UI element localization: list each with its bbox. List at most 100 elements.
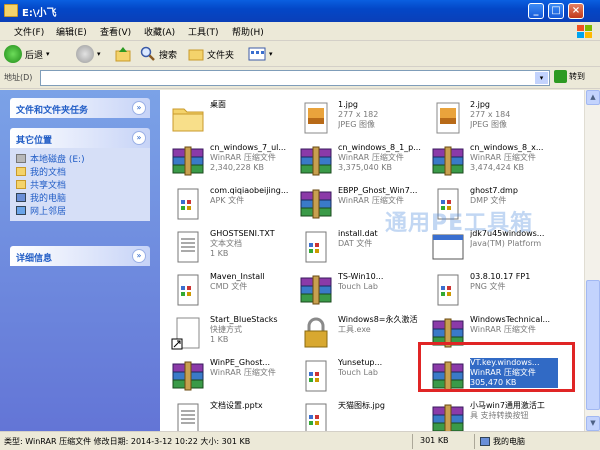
other-places-header[interactable]: 其它位置 »	[10, 128, 150, 148]
file-item[interactable]: TS-Win10... Touch Lab	[292, 270, 427, 310]
place-label: 本地磁盘 (E:)	[30, 155, 85, 165]
file-type: 277 x 182	[338, 110, 379, 119]
file-item[interactable]: 小马win7通用激活工具 支持转换按钮	[424, 399, 559, 431]
minimize-button[interactable]: _	[528, 3, 544, 19]
file-item[interactable]: 03.8.10.17 FP1 PNG 文件	[424, 270, 559, 310]
views-button[interactable]: ▾	[248, 44, 273, 64]
status-divider	[474, 434, 475, 449]
file-type: CMD 文件	[210, 282, 248, 291]
file-name: Maven_Install	[210, 272, 265, 281]
network-icon	[16, 206, 26, 215]
file-label: cn_windows_7_ul... WinRAR 压缩文件 2,340,228 K…	[210, 143, 298, 173]
file-name: GHOSTSENI.TXT	[210, 229, 275, 238]
file-type: Touch Lab	[338, 368, 378, 377]
tasks-panel-header[interactable]: 文件和文件夹任务 »	[10, 98, 150, 118]
place-link[interactable]: 我的文档	[16, 165, 144, 178]
file-name: ghost7.dmp	[470, 186, 518, 195]
folder-icon	[16, 167, 26, 176]
file-item[interactable]: com.qiqiaobeijing... APK 文件	[164, 184, 299, 224]
file-label: 2.jpg 277 x 184 JPEG 图像	[470, 100, 558, 130]
place-label: 我的文档	[30, 168, 67, 178]
windows-logo-icon	[577, 25, 592, 38]
file-list: 桌面 1.jpg 277 x 182 JPEG 图像 2.jpg 277 x 184 JPE…	[160, 90, 584, 431]
window-title: E:\小飞	[22, 8, 57, 19]
file-item[interactable]: cn_windows_8_x... WinRAR 压缩文件 3,474,424 KB	[424, 141, 559, 181]
go-arrow-icon	[554, 70, 567, 83]
file-name: 文档设置.pptx	[210, 401, 263, 410]
forward-button[interactable]: ▾	[76, 44, 101, 64]
file-item[interactable]: 天猫图标.jpg	[292, 399, 427, 431]
file-item[interactable]: Start_BlueStacks 快捷方式 1 KB	[164, 313, 299, 353]
details-title: 详细信息	[16, 254, 53, 264]
scroll-thumb[interactable]	[586, 280, 600, 410]
place-link[interactable]: 共享文档	[16, 178, 144, 191]
menu-tools[interactable]: 工具(T)	[188, 25, 219, 38]
file-item[interactable]: WinPE_Ghost... WinRAR 压缩文件	[164, 356, 299, 396]
file-item[interactable]: 桌面	[164, 98, 299, 138]
file-item[interactable]: 1.jpg 277 x 182 JPEG 图像	[292, 98, 427, 138]
title-bar[interactable]: E:\小飞 _ □ ×	[0, 0, 600, 22]
file-type: WinRAR 压缩文件	[470, 325, 536, 334]
file-label: WinPE_Ghost... WinRAR 压缩文件	[210, 358, 298, 378]
file-item[interactable]: Windows8=永久激活 工具.exe	[292, 313, 427, 353]
back-button[interactable]: 后退 ▾	[4, 44, 50, 64]
file-item[interactable]: 文档设置.pptx	[164, 399, 299, 431]
txt-file-icon	[177, 231, 199, 263]
folders-button[interactable]: 文件夹	[188, 44, 234, 64]
close-button[interactable]: ×	[568, 3, 584, 19]
address-bar: 地址(D) ▾ 转到	[0, 67, 600, 89]
details-panel-header[interactable]: 详细信息 »	[10, 246, 150, 266]
file-label: 天猫图标.jpg	[338, 401, 426, 411]
search-button[interactable]: 搜索	[140, 44, 177, 64]
place-link[interactable]: 网上邻居	[16, 204, 144, 217]
file-label: 03.8.10.17 FP1 PNG 文件	[470, 272, 558, 292]
file-item[interactable]: 2.jpg 277 x 184 JPEG 图像	[424, 98, 559, 138]
up-folder-button[interactable]	[114, 44, 132, 64]
file-detail: 1 KB	[210, 249, 229, 258]
maximize-button[interactable]: □	[548, 3, 564, 19]
file-name: WindowsTechnical...	[470, 315, 551, 324]
collapse-icon[interactable]: »	[132, 101, 146, 115]
status-text: 类型: WinRAR 压缩文件 修改日期: 2014-3-12 10:22 大小…	[4, 437, 251, 446]
doc-file-icon	[305, 231, 327, 263]
dropdown-arrow-icon[interactable]: ▾	[535, 72, 548, 84]
place-link[interactable]: 我的电脑	[16, 191, 144, 204]
search-label: 搜索	[159, 50, 178, 61]
file-item[interactable]: cn_windows_8_1_p... WinRAR 压缩文件 3,375,040 …	[292, 141, 427, 181]
collapse-icon[interactable]: »	[132, 249, 146, 263]
file-type: WinRAR 压缩文件	[210, 368, 276, 377]
address-input[interactable]: ▾	[40, 70, 550, 86]
vertical-scrollbar[interactable]: ▲ ▼	[584, 90, 600, 431]
file-item[interactable]: Yunsetup... Touch Lab	[292, 356, 427, 396]
file-name: cn_windows_7_ul...	[210, 143, 286, 152]
menu-file[interactable]: 文件(F)	[14, 25, 44, 38]
place-link[interactable]: 本地磁盘 (E:)	[16, 152, 144, 165]
file-type: 工具.exe	[338, 325, 371, 334]
place-label: 网上邻居	[30, 207, 67, 217]
file-label: 1.jpg 277 x 182 JPEG 图像	[338, 100, 426, 130]
file-item[interactable]: GHOSTSENI.TXT 文本文档 1 KB	[164, 227, 299, 267]
file-detail: 2,340,228 KB	[210, 163, 264, 172]
scroll-down-icon[interactable]: ▼	[586, 416, 600, 431]
menu-help[interactable]: 帮助(H)	[232, 25, 264, 38]
file-name: TS-Win10...	[338, 272, 384, 281]
menu-edit[interactable]: 编辑(E)	[56, 25, 87, 38]
scroll-up-icon[interactable]: ▲	[586, 90, 600, 105]
file-item[interactable]: Maven_Install CMD 文件	[164, 270, 299, 310]
file-item[interactable]: cn_windows_7_ul... WinRAR 压缩文件 2,340,228 K…	[164, 141, 299, 181]
collapse-icon[interactable]: »	[132, 131, 146, 145]
status-location-label: 我的电脑	[493, 437, 525, 446]
rar-file-icon	[300, 146, 332, 176]
place-label: 共享文档	[30, 181, 67, 191]
status-size: 301 KB	[420, 436, 449, 445]
folder-file-icon	[172, 108, 204, 132]
rar-file-icon	[300, 275, 332, 305]
go-button[interactable]: 转到	[554, 70, 585, 83]
doc-file-icon	[437, 274, 459, 306]
file-type: PNG 文件	[470, 282, 506, 291]
file-label: 文档设置.pptx	[210, 401, 298, 411]
menu-view[interactable]: 查看(V)	[100, 25, 131, 38]
status-bar: 类型: WinRAR 压缩文件 修改日期: 2014-3-12 10:22 大小…	[0, 431, 600, 450]
content-area: 文件和文件夹任务 » 其它位置 » 本地磁盘 (E:) 我的文档 共享文档 我的…	[0, 90, 600, 431]
menu-favorites[interactable]: 收藏(A)	[144, 25, 175, 38]
